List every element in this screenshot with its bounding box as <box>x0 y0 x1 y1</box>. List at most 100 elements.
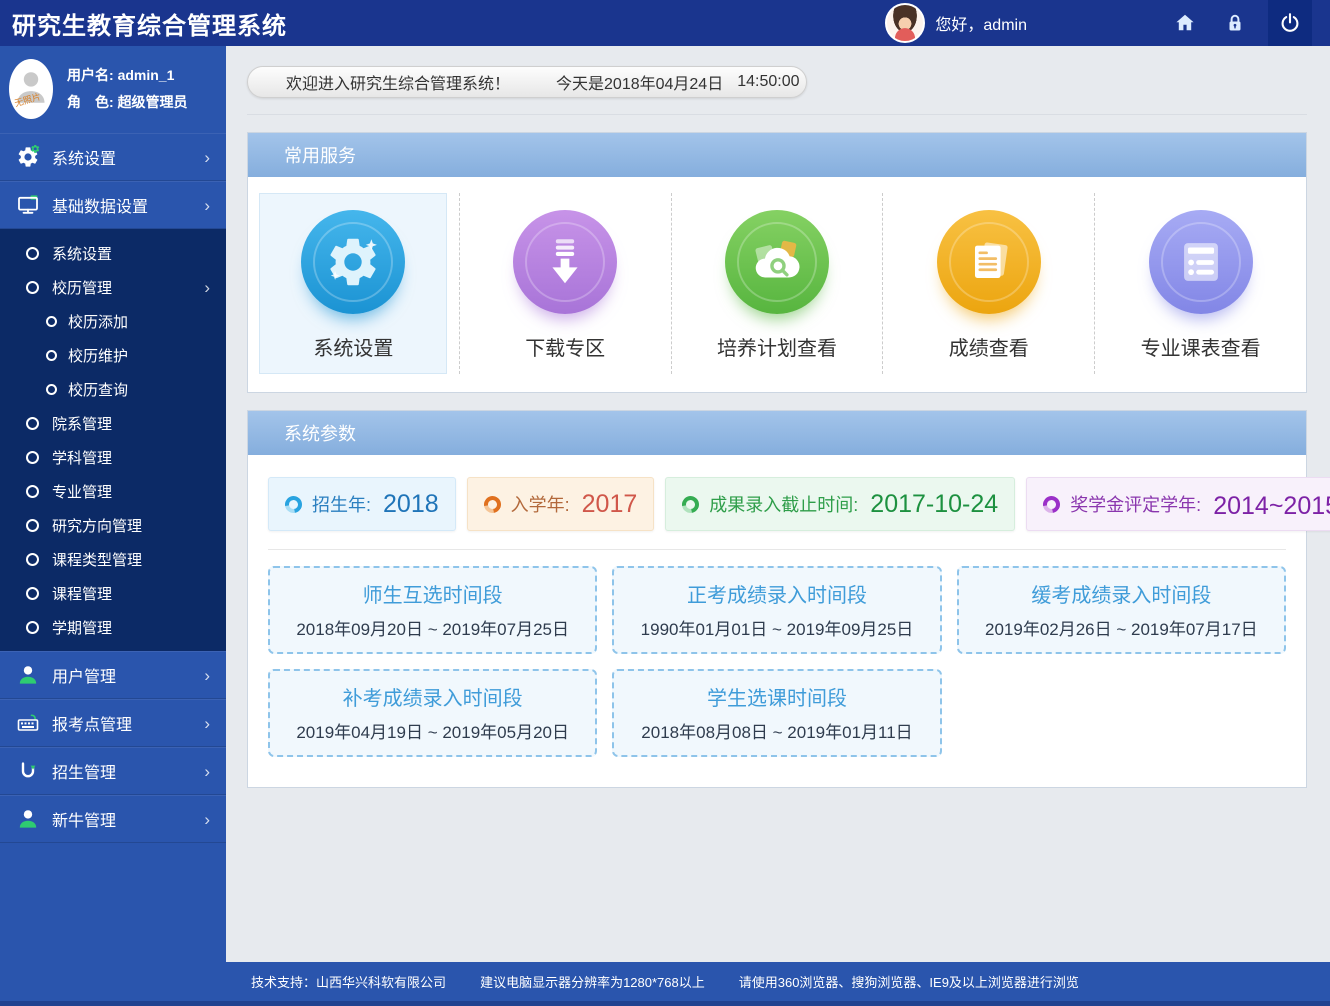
tile-column: 成绩查看 <box>883 193 1095 374</box>
sidebar-subitem-research-direction-management[interactable]: 研究方向管理 <box>0 508 226 542</box>
card-date-range: 2018年09月20日 ~ 2019年07月25日 <box>276 615 589 640</box>
welcome-message: 欢迎进入研究生综合管理系统！ <box>286 70 510 94</box>
circle-icon <box>26 553 39 566</box>
user-icon <box>16 663 40 687</box>
circle-icon <box>26 485 39 498</box>
card-title: 缓考成绩录入时间段 <box>965 579 1278 608</box>
greeting-text: 您好，admin <box>935 11 1027 35</box>
sidebar-item-basic-data-settings[interactable]: 基础数据设置› <box>0 181 226 229</box>
card-title: 学生选课时间段 <box>620 682 933 711</box>
circle-icon <box>46 350 57 361</box>
card-title: 补考成绩录入时间段 <box>276 682 589 711</box>
donut-icon <box>282 492 306 516</box>
sidebar-item-user-management[interactable]: 用户管理› <box>0 651 226 699</box>
sidebar-subitem-calendar-query[interactable]: 校历查询 <box>0 372 226 406</box>
user-avatar[interactable] <box>885 3 925 43</box>
tile-label: 系统设置 <box>313 332 393 361</box>
sidebar-subitem-calendar-management[interactable]: 校历管理› <box>0 270 226 304</box>
services-panel: 常用服务 系统设置 下载专区 培养计划查看 成绩查看专业课表查看 <box>247 132 1307 393</box>
main-content: 欢迎进入研究生综合管理系统！ 今天是2018年04月24日 14:50:00 常… <box>226 46 1330 962</box>
download-icon <box>513 210 617 314</box>
sidebar-subitem-course-management[interactable]: 课程管理 <box>0 576 226 610</box>
section-divider <box>247 114 1307 115</box>
tile-course-schedule-view[interactable]: 专业课表查看 <box>1107 193 1295 374</box>
app-footer: 技术支持：山西华兴科软有限公司 建议电脑显示器分辨率为1280*768以上 请使… <box>0 962 1330 1006</box>
card-course-selection-period: 学生选课时间段 2018年08月08日 ~ 2019年01月11日 <box>612 669 941 757</box>
gear-icon <box>301 210 405 314</box>
sidebar-item-system-settings[interactable]: 系统设置› <box>0 133 226 181</box>
badge-value: 2017-10-24 <box>870 490 998 519</box>
sidebar-subitem-discipline-management[interactable]: 学科管理 <box>0 440 226 474</box>
tile-column: 系统设置 <box>248 193 460 374</box>
user-lines: 用户名: admin_1 角 色: 超级管理员 <box>67 59 188 119</box>
card-deferred-score-entry-period: 缓考成绩录入时间段 2019年02月26日 ~ 2019年07月17日 <box>957 566 1286 654</box>
power-button[interactable] <box>1268 0 1312 46</box>
chevron-right-icon: › <box>204 715 210 732</box>
role-label: 角 色: <box>67 94 114 110</box>
power-icon <box>1278 11 1302 35</box>
app-title: 研究生教育综合管理系统 <box>0 6 287 41</box>
lock-icon[interactable] <box>1222 10 1248 36</box>
welcome-banner: 欢迎进入研究生综合管理系统！ 今天是2018年04月24日 14:50:00 <box>247 66 807 98</box>
username-label: 用户名: <box>67 67 114 83</box>
avatar-placeholder: 无照片 <box>9 59 53 119</box>
sidebar-subitem-system-settings[interactable]: 系统设置 <box>0 236 226 270</box>
circle-icon <box>26 451 39 464</box>
card-title: 正考成绩录入时间段 <box>620 579 933 608</box>
donut-icon <box>480 492 504 516</box>
params-divider <box>268 549 1286 550</box>
sidebar-subitem-department-management[interactable]: 院系管理 <box>0 406 226 440</box>
documents-icon <box>937 210 1041 314</box>
badge-admission-year: 入学年: 2017 <box>467 477 655 531</box>
cloud-search-icon <box>725 210 829 314</box>
app-header: 研究生教育综合管理系统 您好，admin <box>0 0 1330 46</box>
donut-icon <box>1040 492 1064 516</box>
donut-icon <box>679 492 703 516</box>
home-icon[interactable] <box>1172 10 1198 36</box>
badge-label: 招生年: <box>312 491 371 517</box>
service-tiles: 系统设置 下载专区 培养计划查看 成绩查看专业课表查看 <box>248 177 1306 392</box>
tile-column: 专业课表查看 <box>1095 193 1306 374</box>
tile-score-view[interactable]: 成绩查看 <box>895 193 1083 374</box>
footer-resolution: 建议电脑显示器分辨率为1280*768以上 <box>480 972 705 991</box>
chevron-right-icon: › <box>204 149 210 166</box>
role-value: 超级管理员 <box>118 94 188 110</box>
sidebar-subitem-calendar-maintain[interactable]: 校历维护 <box>0 338 226 372</box>
username-value: admin_1 <box>118 67 175 83</box>
badge-value: 2014~2015学年 <box>1213 486 1330 522</box>
sidebar-item-new-student-management[interactable]: 新牛管理› <box>0 795 226 843</box>
card-mutual-selection-period: 师生互选时间段 2018年09月20日 ~ 2019年07月25日 <box>268 566 597 654</box>
card-regular-score-entry-period: 正考成绩录入时间段 1990年01月01日 ~ 2019年09月25日 <box>612 566 941 654</box>
footer-browsers: 请使用360浏览器、搜狗浏览器、IE9及以上浏览器进行浏览 <box>739 972 1079 991</box>
badge-label: 入学年: <box>511 491 570 517</box>
sidebar-subitem-calendar-add[interactable]: 校历添加 <box>0 304 226 338</box>
tile-training-plan-view[interactable]: 培养计划查看 <box>683 193 871 374</box>
sidebar-subitem-major-management[interactable]: 专业管理 <box>0 474 226 508</box>
card-date-range: 2019年02月26日 ~ 2019年07月17日 <box>965 615 1278 640</box>
card-title: 师生互选时间段 <box>276 579 589 608</box>
tile-download-zone[interactable]: 下载专区 <box>471 193 659 374</box>
sidebar-item-admission-management[interactable]: 招生管理› <box>0 747 226 795</box>
keyboard-icon <box>16 711 40 735</box>
current-time: 14:50:00 <box>737 73 799 91</box>
tile-label: 培养计划查看 <box>717 332 837 361</box>
badge-result-entry-deadline: 成果录入截止时间: 2017-10-24 <box>665 477 1015 531</box>
badge-enrollment-year: 招生年: 2018 <box>268 477 456 531</box>
card-makeup-score-entry-period: 补考成绩录入时间段 2019年04月19日 ~ 2019年05月20日 <box>268 669 597 757</box>
params-panel-title: 系统参数 <box>284 420 356 446</box>
schedule-icon <box>1149 210 1253 314</box>
tile-system-settings[interactable]: 系统设置 <box>259 193 447 374</box>
sidebar: 无照片 用户名: admin_1 角 色: 超级管理员 系统设置›基础数据设置›… <box>0 46 226 1006</box>
badge-scholarship-year: 奖学金评定学年: 2014~2015学年 <box>1026 477 1330 531</box>
sidebar-item-exam-site-management[interactable]: 报考点管理› <box>0 699 226 747</box>
tile-column: 下载专区 <box>460 193 672 374</box>
chevron-right-icon: › <box>204 279 210 296</box>
sidebar-subitem-course-type-management[interactable]: 课程类型管理 <box>0 542 226 576</box>
services-panel-title: 常用服务 <box>284 142 356 168</box>
circle-icon <box>46 384 57 395</box>
tile-label: 下载专区 <box>525 332 605 361</box>
sidebar-subitem-semester-management[interactable]: 学期管理 <box>0 610 226 644</box>
circle-icon <box>26 621 39 634</box>
param-badges: 招生年: 2018 入学年: 2017 成果录入截止时间: 2017-10-24… <box>248 455 1306 531</box>
chevron-right-icon: › <box>204 667 210 684</box>
